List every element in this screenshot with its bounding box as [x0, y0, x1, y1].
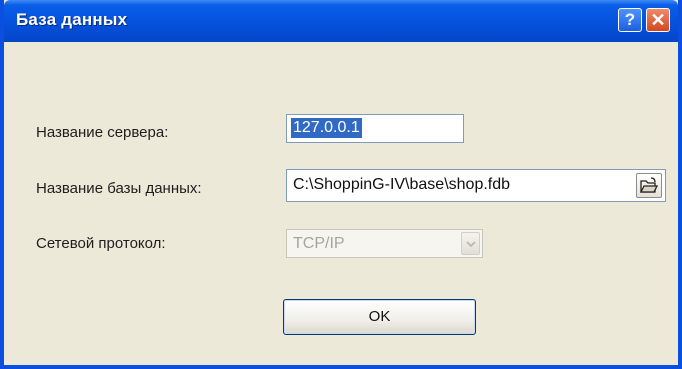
title-bar[interactable]: База данных ? ✕	[4, 0, 678, 42]
chevron-down-icon	[466, 241, 476, 247]
server-name-input[interactable]: 127.0.0.1	[286, 114, 464, 143]
server-name-label: Название сервера:	[36, 124, 169, 141]
server-name-value: 127.0.0.1	[291, 118, 362, 138]
database-name-label: Название базы данных:	[36, 180, 202, 197]
network-protocol-value: TCP/IP	[293, 235, 345, 252]
network-protocol-select[interactable]: TCP/IP	[286, 229, 483, 258]
protocol-dropdown-button[interactable]	[461, 232, 480, 255]
open-folder-icon	[640, 177, 658, 193]
network-protocol-label: Сетевой протокол:	[36, 235, 166, 252]
database-dialog: База данных ? ✕ Название сервера: 127.0.…	[0, 0, 682, 369]
window-title: База данных	[16, 10, 128, 29]
database-path-value: C:\ShoppinG-IV\base\shop.fdb	[293, 176, 511, 193]
help-button[interactable]: ?	[618, 8, 642, 32]
close-button[interactable]: ✕	[646, 8, 670, 32]
ok-button[interactable]: OK	[283, 299, 476, 335]
database-path-input[interactable]: C:\ShoppinG-IV\base\shop.fdb	[286, 169, 666, 202]
browse-button[interactable]	[636, 173, 662, 198]
